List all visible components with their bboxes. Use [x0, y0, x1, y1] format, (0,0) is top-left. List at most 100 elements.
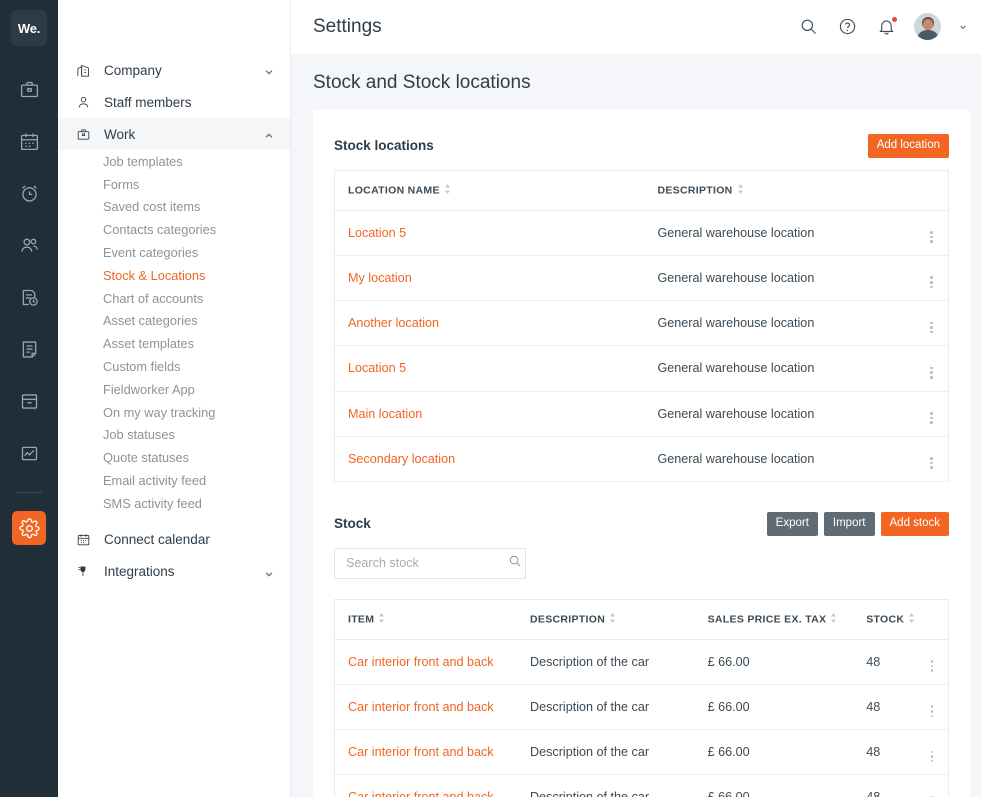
row-menu-icon[interactable]	[914, 255, 949, 302]
sort-icon[interactable]	[908, 612, 916, 626]
chart-icon[interactable]	[12, 436, 46, 470]
contacts-icon[interactable]	[12, 228, 46, 262]
calendar-icon[interactable]	[12, 124, 46, 158]
sidebar-subitem-fieldworker-app[interactable]: Fieldworker App	[58, 378, 290, 401]
sidebar-item-staff-members[interactable]: Staff members	[58, 86, 290, 118]
row-menu-icon[interactable]	[914, 300, 949, 347]
table-row: Main location General warehouse location	[334, 391, 949, 437]
sidebar-item-integrations[interactable]: Integrations	[58, 556, 290, 588]
sidebar-subitem-contacts-categories[interactable]: Contacts categories	[58, 218, 290, 241]
column-header-sales-price[interactable]: SALES PRICE EX. TAX	[694, 598, 854, 640]
location-description: General warehouse location	[644, 210, 915, 256]
sidebar-subitem-sms-activity-feed[interactable]: SMS activity feed	[58, 492, 290, 515]
stock-search-box[interactable]	[334, 547, 526, 579]
search-icon[interactable]	[797, 16, 819, 38]
app-root: We. Company Staff members Work Job templ…	[0, 0, 981, 797]
location-name-link[interactable]: Another location	[334, 300, 645, 347]
location-name-link[interactable]: Location 5	[334, 345, 645, 392]
row-menu-icon[interactable]	[916, 639, 950, 685]
add-location-button[interactable]: Add location	[867, 134, 949, 158]
sidebar-subitem-stock-and-locations[interactable]: Stock & Locations	[58, 264, 290, 287]
location-name-link[interactable]: Main location	[334, 391, 645, 437]
sidebar-item-label: Company	[104, 62, 162, 78]
column-header-actions	[914, 169, 949, 211]
column-header-description[interactable]: DESCRIPTION	[644, 169, 915, 211]
header-actions	[797, 13, 967, 40]
row-menu-icon[interactable]	[916, 684, 950, 731]
stock-item-link[interactable]: Car interior front and back	[334, 774, 518, 797]
location-description: General warehouse location	[644, 300, 915, 347]
sidebar-subitem-custom-fields[interactable]: Custom fields	[58, 355, 290, 378]
stock-item-link[interactable]: Car interior front and back	[334, 639, 518, 685]
row-menu-icon[interactable]	[916, 774, 950, 797]
app-logo[interactable]: We.	[11, 10, 47, 46]
sidebar-subitem-job-statuses[interactable]: Job statuses	[58, 424, 290, 447]
location-name-link[interactable]: Secondary location	[334, 436, 645, 482]
sidebar-item-connect-calendar[interactable]: Connect calendar	[58, 524, 290, 556]
sidebar-subitem-chart-of-accounts[interactable]: Chart of accounts	[58, 287, 290, 310]
chevron-up-icon[interactable]	[264, 129, 274, 139]
table-row: Another location General warehouse locat…	[334, 300, 949, 347]
location-description: General warehouse location	[644, 436, 915, 482]
gear-icon[interactable]	[12, 511, 46, 545]
sidebar-subitem-on-my-way-tracking[interactable]: On my way tracking	[58, 401, 290, 424]
table-row: Car interior front and back Description …	[334, 774, 950, 797]
sidebar-item-work[interactable]: Work	[58, 118, 290, 150]
table-row: Location 5 General warehouse location	[334, 345, 949, 392]
row-menu-icon[interactable]	[914, 391, 949, 437]
export-button[interactable]: Export	[766, 511, 818, 536]
table-row: Car interior front and back Description …	[334, 729, 950, 776]
invoice-clock-icon[interactable]	[12, 280, 46, 314]
sort-icon[interactable]	[378, 612, 386, 626]
sidebar-subitem-email-activity-feed[interactable]: Email activity feed	[58, 469, 290, 492]
sidebar-item-company[interactable]: Company	[58, 54, 290, 86]
row-menu-icon[interactable]	[914, 436, 949, 482]
row-menu-icon[interactable]	[914, 210, 949, 256]
sort-icon[interactable]	[444, 183, 452, 197]
row-menu-icon[interactable]	[914, 345, 949, 392]
stock-description: Description of the car	[517, 684, 695, 731]
column-header-item[interactable]: ITEM	[334, 598, 518, 640]
stock-item-link[interactable]: Car interior front and back	[334, 684, 518, 731]
import-button[interactable]: Import	[823, 511, 875, 536]
document-icon[interactable]	[12, 332, 46, 366]
chevron-down-icon[interactable]	[264, 65, 274, 75]
bell-icon[interactable]	[875, 15, 898, 38]
stock-description: Description of the car	[517, 774, 695, 797]
column-header-location-name[interactable]: LOCATION NAME	[334, 169, 645, 211]
archive-box-icon[interactable]	[12, 384, 46, 418]
sort-icon[interactable]	[737, 183, 745, 197]
chevron-down-icon[interactable]	[959, 18, 967, 36]
column-header-description[interactable]: DESCRIPTION	[517, 598, 695, 640]
sidebar-subitem-saved-cost-items[interactable]: Saved cost items	[58, 196, 290, 219]
alarm-clock-icon[interactable]	[12, 176, 46, 210]
sidebar-subitem-asset-categories[interactable]: Asset categories	[58, 310, 290, 333]
sidebar-subitem-quote-statuses[interactable]: Quote statuses	[58, 446, 290, 469]
stock-actions: Export Import Add stock	[766, 511, 949, 536]
help-circle-icon[interactable]	[836, 16, 858, 38]
sort-icon[interactable]	[830, 612, 838, 626]
sidebar-subitem-asset-templates[interactable]: Asset templates	[58, 332, 290, 355]
main-column: Settings Stock and Stock locations Stock…	[291, 0, 981, 797]
sidebar-subitem-event-categories[interactable]: Event categories	[58, 241, 290, 264]
row-menu-icon[interactable]	[916, 729, 950, 776]
briefcase-icon[interactable]	[12, 72, 46, 106]
sidebar-item-label: Integrations	[104, 564, 175, 580]
search-icon[interactable]	[508, 554, 522, 573]
page-body: Stock and Stock locations Stock location…	[291, 54, 981, 797]
stock-quantity: 48	[853, 639, 917, 685]
location-description: General warehouse location	[644, 391, 915, 437]
chevron-down-icon[interactable]	[264, 567, 274, 577]
content-card: Stock locations Add location LOCATION NA…	[313, 110, 970, 797]
sidebar-subitem-job-templates[interactable]: Job templates	[58, 150, 290, 173]
location-name-link[interactable]: Location 5	[334, 210, 645, 256]
table-header-row: LOCATION NAME DESCRIPTION	[334, 169, 949, 211]
search-input[interactable]	[346, 556, 508, 571]
stock-item-link[interactable]: Car interior front and back	[334, 729, 518, 776]
avatar[interactable]	[914, 13, 941, 40]
location-name-link[interactable]: My location	[334, 255, 645, 302]
add-stock-button[interactable]: Add stock	[880, 511, 949, 536]
column-header-stock[interactable]: STOCK	[853, 598, 917, 640]
sidebar-subitem-forms[interactable]: Forms	[58, 173, 290, 196]
sort-icon[interactable]	[609, 612, 617, 626]
